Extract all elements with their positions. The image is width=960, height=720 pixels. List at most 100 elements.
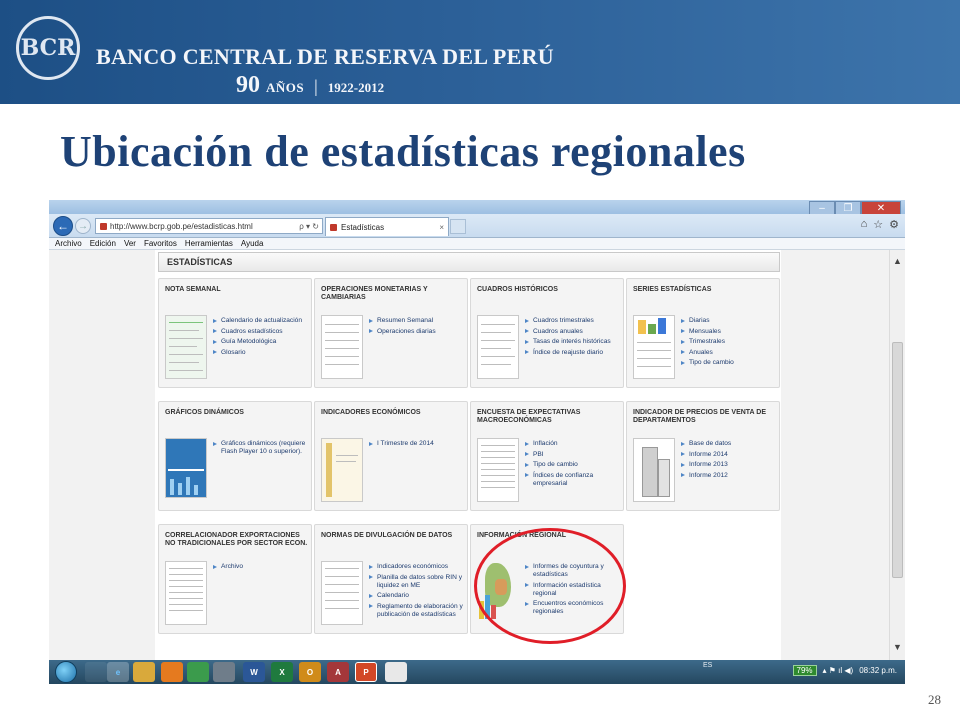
taskbar-ie-icon[interactable]: e bbox=[107, 662, 129, 682]
card-nota-semanal: NOTA SEMANAL Calendario de actualización… bbox=[158, 278, 312, 388]
card-thumbnail[interactable] bbox=[477, 315, 519, 379]
taskbar-app-1[interactable] bbox=[85, 662, 107, 682]
minimize-button[interactable]: – bbox=[809, 201, 835, 215]
link-glosario[interactable]: Glosario bbox=[213, 349, 313, 357]
start-button[interactable] bbox=[55, 661, 77, 683]
vertical-scrollbar[interactable]: ▲ ▼ bbox=[889, 250, 905, 660]
page-favicon-icon bbox=[100, 222, 107, 230]
taskbar-outlook-icon[interactable]: O bbox=[299, 662, 321, 682]
link-i-trimestre-2014[interactable]: I Trimestre de 2014 bbox=[369, 440, 469, 448]
link-informe-2013[interactable]: Informe 2013 bbox=[681, 461, 781, 469]
link-reglamento[interactable]: Reglamento de elaboración y publicación … bbox=[369, 603, 469, 619]
link-diarias[interactable]: Diarias bbox=[681, 317, 781, 325]
clock[interactable]: 08:32 p.m. bbox=[859, 666, 897, 675]
taskbar-media-icon[interactable] bbox=[161, 662, 183, 682]
card-precios-departamentos: INDICADOR DE PRECIOS DE VENTA DE DEPARTA… bbox=[626, 401, 780, 511]
card-title: ENCUESTA DE EXPECTATIVAS MACROECONÓMICAS bbox=[477, 409, 581, 424]
link-indicadores-economicos[interactable]: Indicadores económicos bbox=[369, 563, 469, 571]
card-title: INDICADOR DE PRECIOS DE VENTA DE DEPARTA… bbox=[633, 409, 767, 424]
toolbar-icons: ⌂ ☆ ⚙ bbox=[861, 218, 899, 231]
menu-ver[interactable]: Ver bbox=[124, 239, 136, 248]
card-links: Base de datos Informe 2014 Informe 2013 … bbox=[681, 440, 781, 482]
battery-indicator[interactable]: 79% bbox=[792, 665, 817, 676]
back-button[interactable]: ← bbox=[53, 216, 73, 236]
address-tools-icon[interactable]: ρ ▾ ↻ bbox=[299, 222, 322, 231]
card-indicadores-economicos: INDICADORES ECONÓMICOS I Trimestre de 20… bbox=[314, 401, 468, 511]
system-tray: 79% ▴ ⚑ ıl ◀) 08:32 p.m. bbox=[792, 665, 897, 676]
link-base-de-datos[interactable]: Base de datos bbox=[681, 440, 781, 448]
card-links: Indicadores económicos Planilla de datos… bbox=[369, 563, 469, 621]
card-title: CUADROS HISTÓRICOS bbox=[477, 286, 558, 293]
link-inflacion[interactable]: Inflación bbox=[525, 440, 625, 448]
anniversary-separator: | bbox=[314, 76, 318, 96]
taskbar-notepad-icon[interactable] bbox=[385, 662, 407, 682]
menu-favoritos[interactable]: Favoritos bbox=[144, 239, 177, 248]
link-tipo-de-cambio[interactable]: Tipo de cambio bbox=[681, 359, 781, 367]
card-thumbnail[interactable] bbox=[477, 438, 519, 502]
card-title: SERIES ESTADÍSTICAS bbox=[633, 286, 712, 293]
taskbar-explorer-icon[interactable] bbox=[133, 662, 155, 682]
taskbar-chrome-icon[interactable] bbox=[187, 662, 209, 682]
menu-edicion[interactable]: Edición bbox=[90, 239, 116, 248]
link-pbi[interactable]: PBI bbox=[525, 451, 625, 459]
home-icon[interactable]: ⌂ bbox=[861, 218, 868, 231]
scroll-up-icon[interactable]: ▲ bbox=[890, 256, 905, 270]
link-indices-confianza[interactable]: Índices de confianza empresarial bbox=[525, 472, 625, 488]
taskbar-app-6[interactable] bbox=[213, 662, 235, 682]
taskbar-powerpoint-icon[interactable]: P bbox=[355, 662, 377, 682]
tray-icons[interactable]: ▴ ⚑ ıl ◀) bbox=[823, 666, 854, 675]
link-indice-reajuste[interactable]: Índice de reajuste diario bbox=[525, 349, 625, 357]
link-trimestrales[interactable]: Trimestrales bbox=[681, 338, 781, 346]
taskbar-word-icon[interactable]: W bbox=[243, 662, 265, 682]
tab-estadisticas[interactable]: Estadísticas × bbox=[325, 217, 449, 236]
link-cuadros-trimestrales[interactable]: Cuadros trimestrales bbox=[525, 317, 625, 325]
link-graficos-dinamicos[interactable]: Gráficos dinámicos (requiere Flash Playe… bbox=[213, 440, 313, 456]
close-window-button[interactable]: ✕ bbox=[861, 201, 901, 215]
link-anuales[interactable]: Anuales bbox=[681, 349, 781, 357]
menu-archivo[interactable]: Archivo bbox=[55, 239, 82, 248]
link-informe-2014[interactable]: Informe 2014 bbox=[681, 451, 781, 459]
scrollbar-thumb[interactable] bbox=[892, 342, 903, 578]
link-tasas-interes[interactable]: Tasas de interés históricas bbox=[525, 338, 625, 346]
new-tab-button[interactable] bbox=[450, 219, 466, 234]
taskbar-access-icon[interactable]: A bbox=[327, 662, 349, 682]
card-thumbnail[interactable] bbox=[321, 438, 363, 502]
link-resumen-semanal[interactable]: Resumen Semanal bbox=[369, 317, 469, 325]
link-tipo-cambio-encuesta[interactable]: Tipo de cambio bbox=[525, 461, 625, 469]
settings-gear-icon[interactable]: ⚙ bbox=[889, 218, 899, 231]
card-thumbnail[interactable] bbox=[321, 315, 363, 379]
scroll-down-icon[interactable]: ▼ bbox=[890, 642, 905, 656]
link-guia-metodologica[interactable]: Guía Metodológica bbox=[213, 338, 313, 346]
link-calendario[interactable]: Calendario bbox=[369, 592, 469, 600]
link-planilla-rin[interactable]: Planilla de datos sobre RIN y liquidez e… bbox=[369, 574, 469, 590]
restore-button[interactable]: ❐ bbox=[835, 201, 861, 215]
link-calendario-actualizacion[interactable]: Calendario de actualización bbox=[213, 317, 313, 325]
card-links: Archivo bbox=[213, 563, 313, 574]
card-thumbnail[interactable] bbox=[165, 561, 207, 625]
windows-taskbar: e W X O A P ES 79% ▴ ⚑ ıl ◀) 08:32 p.m. bbox=[49, 660, 905, 684]
link-operaciones-diarias[interactable]: Operaciones diarias bbox=[369, 328, 469, 336]
favorites-icon[interactable]: ☆ bbox=[873, 218, 883, 231]
navigation-bar: ← → http://www.bcrp.gob.pe/estadisticas.… bbox=[49, 214, 905, 238]
link-mensuales[interactable]: Mensuales bbox=[681, 328, 781, 336]
card-thumbnail[interactable] bbox=[633, 438, 675, 502]
menu-ayuda[interactable]: Ayuda bbox=[241, 239, 264, 248]
card-series-estadisticas: SERIES ESTADÍSTICAS Diarias Mensuales Tr… bbox=[626, 278, 780, 388]
card-correlacionador-exportaciones: CORRELACIONADOR EXPORTACIONES NO TRADICI… bbox=[158, 524, 312, 634]
link-cuadros-anuales[interactable]: Cuadros anuales bbox=[525, 328, 625, 336]
taskbar-excel-icon[interactable]: X bbox=[271, 662, 293, 682]
menu-herramientas[interactable]: Herramientas bbox=[185, 239, 233, 248]
card-thumbnail[interactable] bbox=[165, 438, 207, 498]
language-indicator[interactable]: ES bbox=[703, 662, 712, 669]
forward-button[interactable]: → bbox=[75, 218, 91, 234]
link-archivo[interactable]: Archivo bbox=[213, 563, 313, 571]
tab-close-icon[interactable]: × bbox=[439, 223, 444, 232]
card-thumbnail[interactable] bbox=[321, 561, 363, 625]
link-cuadros-estadisticos[interactable]: Cuadros estadísticos bbox=[213, 328, 313, 336]
link-informe-2012[interactable]: Informe 2012 bbox=[681, 472, 781, 480]
card-thumbnail[interactable] bbox=[165, 315, 207, 379]
card-thumbnail[interactable] bbox=[633, 315, 675, 379]
anniversary-number: 90 bbox=[236, 72, 260, 98]
address-bar[interactable]: http://www.bcrp.gob.pe/estadisticas.html… bbox=[95, 218, 323, 234]
card-graficos-dinamicos: GRÁFICOS DINÁMICOS Gráficos dinámicos (r… bbox=[158, 401, 312, 511]
